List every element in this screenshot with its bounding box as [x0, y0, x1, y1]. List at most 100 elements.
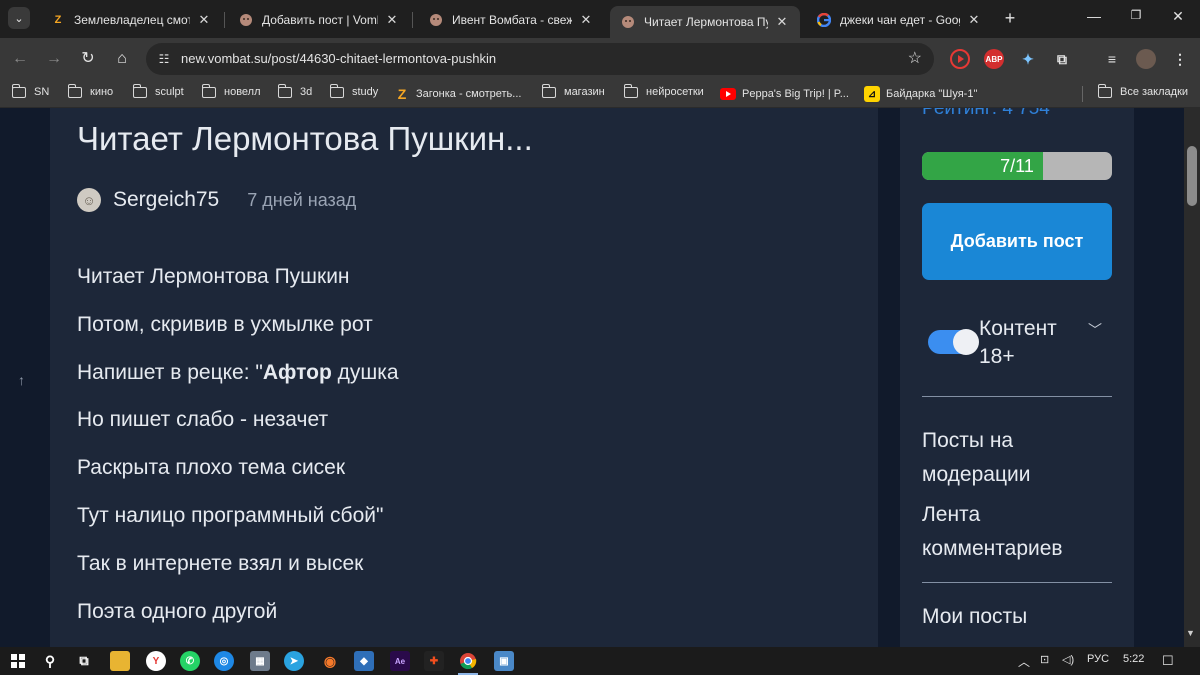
bookmark-folder-sculpt[interactable]: sculpt	[132, 83, 184, 98]
tab-current-post[interactable]: Читает Лермонтова Пушкин ✕	[610, 6, 800, 38]
figma-icon[interactable]: ✚	[424, 651, 444, 671]
bookmark-label: sculpt	[155, 86, 184, 98]
new-tab-button[interactable]: +	[1000, 8, 1020, 29]
tab-add-post[interactable]: Добавить пост | Vombat ✕	[228, 6, 410, 34]
sidebar-link-comments-feed[interactable]: Лента комментариев	[922, 498, 1112, 566]
network-icon[interactable]: ⊡	[1040, 653, 1049, 666]
bookmark-zagonka[interactable]: Z Загонка - смотреть...	[394, 86, 522, 102]
content-18-toggle[interactable]	[928, 329, 979, 355]
tab-title: Ивент Вомбата - свежие	[452, 13, 572, 27]
sidebar-link-my-posts[interactable]: Мои посты	[922, 600, 1112, 634]
forward-arrow-icon[interactable]: →	[44, 49, 64, 69]
tray-chevron-icon[interactable]: ︿	[1018, 653, 1030, 670]
app-cube-icon[interactable]: ◆	[354, 651, 374, 671]
author-avatar[interactable]: ☺	[77, 188, 101, 212]
close-icon[interactable]: ✕	[966, 12, 982, 28]
bookmark-folder-sn[interactable]: SN	[11, 83, 49, 98]
color-picker-extension-icon[interactable]: ✦	[1018, 49, 1038, 69]
folder-icon	[277, 83, 292, 98]
scroll-down-arrow-icon[interactable]: ▼	[1186, 628, 1195, 638]
close-icon[interactable]: ✕	[196, 12, 212, 28]
poem-line-end: душка	[331, 360, 399, 384]
close-icon[interactable]: ✕	[774, 14, 790, 30]
poem-line: Потом, скривив в ухмылке рот	[77, 312, 373, 336]
adblock-icon[interactable]: ABP	[984, 49, 1004, 69]
bookmark-label: нейросетки	[646, 86, 704, 98]
tab-event-vombat[interactable]: Ивент Вомбата - свежие ✕	[418, 6, 604, 34]
close-window-button[interactable]: ✕	[1168, 8, 1188, 25]
tab-zemlevladelets[interactable]: Z Землевладелец смотреть ✕	[40, 6, 222, 34]
bookmark-peppa[interactable]: Peppa's Big Trip! | P...	[720, 86, 849, 102]
close-icon[interactable]: ✕	[384, 12, 400, 28]
sidebar: Рейтинг: 4 754 7/11 Добавить пост Контен…	[900, 108, 1134, 647]
bookmark-folder-3d[interactable]: 3d	[277, 83, 312, 98]
poem-line: Так в интернете взял и высек	[77, 551, 364, 575]
folder-icon	[329, 83, 344, 98]
blender-icon[interactable]: ◉	[320, 651, 340, 671]
page-scrollbar[interactable]: ▼	[1184, 108, 1200, 647]
restore-button[interactable]: ❐	[1126, 8, 1146, 22]
telegram-icon[interactable]: ➤	[284, 651, 304, 671]
market-icon: ⊿	[864, 86, 880, 102]
chevron-down-icon[interactable]: ﹀	[1088, 320, 1102, 340]
bookmark-folder-kino[interactable]: кино	[67, 83, 113, 98]
notifications-icon[interactable]: ☐	[1162, 653, 1174, 669]
bookmark-folder-neyrosetki[interactable]: нейросетки	[623, 83, 704, 98]
file-explorer-icon[interactable]	[110, 651, 130, 671]
scrollbar-thumb[interactable]	[1187, 146, 1197, 206]
reload-icon[interactable]: ↻	[78, 49, 98, 69]
windows-taskbar: ⚲ ⧉ Y ✆ ◎ ▦ ➤ ◉ ◆ Ae ✚ ▣ ︿ ⊡ ◁) РУС 5:22…	[0, 647, 1200, 675]
whatsapp-icon[interactable]: ✆	[180, 651, 200, 671]
extensions-puzzle-icon[interactable]: ⧉	[1052, 49, 1072, 69]
add-post-button[interactable]: Добавить пост	[922, 203, 1112, 280]
folder-icon	[201, 83, 216, 98]
all-bookmarks-folder[interactable]: Все закладки	[1097, 83, 1188, 98]
content-18-label: Контент 18+	[979, 317, 1057, 368]
clock[interactable]: 5:22	[1123, 653, 1144, 665]
level-progress-bar: 7/11	[922, 152, 1112, 180]
address-bar[interactable]: ☷ new.vombat.su/post/44630-chitaet-lermo…	[146, 43, 934, 75]
back-arrow-icon[interactable]: ←	[10, 49, 30, 69]
media-control-icon[interactable]: ≡	[1102, 49, 1122, 69]
tab-separator	[224, 12, 225, 28]
url-text[interactable]: new.vombat.su/post/44630-chitaet-lermont…	[181, 51, 496, 66]
search-icon[interactable]: ⚲	[40, 651, 60, 671]
minimize-button[interactable]: —	[1084, 8, 1104, 24]
volume-icon[interactable]: ◁)	[1062, 653, 1074, 666]
folder-icon	[11, 83, 26, 98]
bookmark-folder-novell[interactable]: новелл	[201, 83, 261, 98]
browser-app-icon[interactable]: ◎	[214, 651, 234, 671]
photos-icon[interactable]: ▣	[494, 651, 514, 671]
task-view-icon[interactable]: ⧉	[74, 651, 94, 671]
bookmark-folder-magazin[interactable]: магазин	[541, 83, 605, 98]
input-language[interactable]: РУС	[1087, 653, 1109, 665]
profile-avatar[interactable]	[1136, 49, 1156, 69]
close-icon[interactable]: ✕	[578, 12, 594, 28]
zagonka-icon: Z	[397, 86, 407, 102]
google-icon	[816, 12, 832, 28]
tab-separator	[412, 12, 413, 28]
poem-line: Напишет в рецке: "Афтор душка	[77, 360, 399, 408]
chrome-icon[interactable]	[458, 651, 478, 671]
record-extension-icon[interactable]	[950, 49, 970, 69]
folder-icon	[67, 83, 82, 98]
bookmark-folder-study[interactable]: study	[329, 83, 378, 98]
tab-strip: ⌄ Z Землевладелец смотреть ✕ Добавить по…	[0, 0, 1200, 38]
scroll-to-top-icon[interactable]: ↑	[18, 372, 25, 388]
bookmark-baydarka[interactable]: ⊿ Байдарка "Шуя-1"	[864, 86, 977, 102]
sidebar-link-moderation[interactable]: Посты на модерации	[922, 424, 1112, 492]
yandex-browser-icon[interactable]: Y	[146, 651, 166, 671]
calculator-icon[interactable]: ▦	[250, 651, 270, 671]
kebab-menu-icon[interactable]: ⋮	[1170, 49, 1190, 69]
tab-title: Читает Лермонтова Пушкин	[644, 15, 768, 29]
tab-google-search[interactable]: джеки чан едет - Google ✕	[806, 6, 992, 34]
home-icon[interactable]: ⌂	[112, 49, 132, 69]
after-effects-icon[interactable]: Ae	[390, 651, 410, 671]
tab-search-button[interactable]: ⌄	[8, 7, 30, 29]
bookmark-star-icon[interactable]: ☆	[908, 48, 922, 68]
poem-line: Но пишет слабо - незачет	[77, 408, 329, 432]
vombat-icon	[238, 12, 254, 28]
author-name[interactable]: Sergeich75	[113, 188, 219, 212]
windows-start-icon[interactable]	[8, 651, 28, 671]
site-info-icon[interactable]: ☷	[154, 49, 174, 69]
